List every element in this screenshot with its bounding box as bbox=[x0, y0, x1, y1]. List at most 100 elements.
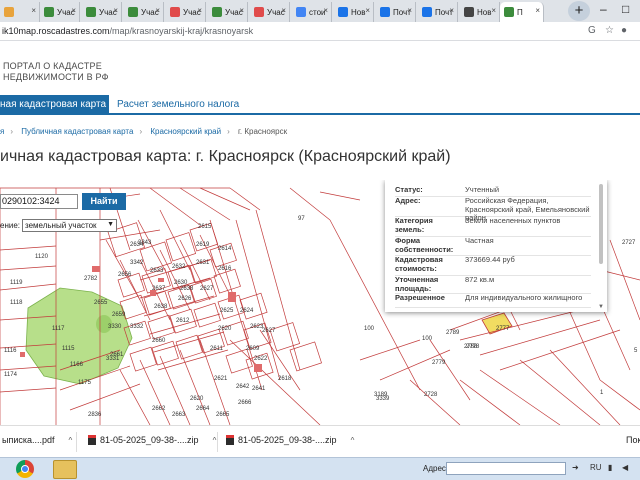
parcel-plot[interactable] bbox=[269, 322, 301, 352]
volume-icon[interactable]: ◀ bbox=[622, 463, 628, 472]
cadastral-map[interactable]: 97 1120 1119 1118 1117 1116 1115 1166 1175 1174 27… bbox=[0, 180, 640, 425]
site-title[interactable]: ПОРТАЛ О КАДАСТРЕ НЕДВИЖИМОСТИ В РФ bbox=[3, 61, 109, 83]
cadastral-search-input[interactable]: 0290102:3424 bbox=[0, 194, 78, 209]
download-name: ыписка....pdf bbox=[2, 435, 55, 445]
scroll-down-icon[interactable]: ▼ bbox=[598, 304, 604, 310]
close-tab-icon[interactable]: × bbox=[323, 6, 328, 15]
close-tab-icon[interactable]: × bbox=[449, 6, 454, 15]
download-item[interactable]: 81-05-2025_09-38-....zip ^ bbox=[226, 435, 354, 445]
parcel-number-label: 2779 bbox=[432, 360, 446, 366]
parcel-boundary bbox=[609, 239, 640, 321]
maximize-icon[interactable]: □ bbox=[622, 2, 629, 16]
close-tab-icon[interactable]: × bbox=[239, 6, 244, 15]
parcel-number-label: 2778 bbox=[466, 344, 480, 350]
parcel-number-label: 2627 bbox=[200, 286, 214, 292]
bookmark-star-icon[interactable]: ☆ bbox=[605, 25, 614, 36]
close-tab-icon[interactable]: × bbox=[197, 6, 202, 15]
close-tab-icon[interactable]: × bbox=[491, 6, 496, 15]
close-tab-icon[interactable]: × bbox=[113, 6, 118, 15]
url-path: /map/krasnoyarskij-kraj/krasnoyarsk bbox=[109, 26, 254, 36]
browser-tab[interactable]: стои × bbox=[292, 2, 332, 22]
browser-tab[interactable]: Почт × bbox=[376, 2, 416, 22]
breadcrumb-item[interactable]: Публичная кадастровая карта bbox=[21, 127, 133, 136]
url-text[interactable]: ik10map.roscadastres.com/map/krasnoyarsk… bbox=[2, 26, 253, 36]
parcel-plot[interactable] bbox=[139, 241, 172, 272]
green-zone bbox=[25, 287, 133, 385]
address-bar[interactable]: ik10map.roscadastres.com/map/krasnoyarsk… bbox=[0, 22, 640, 41]
download-item[interactable]: 81-05-2025_09-38-....zip ^ bbox=[88, 435, 216, 445]
building-footprint bbox=[92, 266, 100, 272]
parcel-number-label: 100 bbox=[364, 326, 375, 332]
tab-favicon-icon bbox=[44, 7, 54, 17]
nav-item-cadastral-map[interactable]: ная кадастровая карта bbox=[0, 95, 109, 115]
parcel-boundary bbox=[255, 209, 301, 371]
network-icon[interactable]: ▮ bbox=[608, 463, 612, 472]
go-arrow-icon[interactable]: ➜ bbox=[572, 463, 579, 472]
close-tab-icon[interactable]: × bbox=[155, 6, 160, 15]
parcel-number-label: 2612 bbox=[176, 318, 190, 324]
parcel-plot[interactable] bbox=[175, 334, 203, 360]
taskbar-address-input[interactable] bbox=[446, 462, 566, 475]
share-icon[interactable]: G bbox=[588, 25, 596, 36]
browser-tab[interactable]: × bbox=[0, 2, 40, 22]
chevron-up-icon[interactable]: ^ bbox=[69, 436, 73, 445]
parcel-number-label: 1120 bbox=[35, 254, 49, 260]
tab-favicon-icon bbox=[254, 7, 264, 17]
profile-icon[interactable]: ● bbox=[621, 25, 627, 36]
parcel-plot[interactable] bbox=[239, 292, 268, 320]
browser-tab[interactable]: Учас × bbox=[124, 2, 164, 22]
parcel-boundary bbox=[459, 309, 581, 341]
parcel-number-label: 1 bbox=[600, 390, 604, 396]
browser-tab[interactable]: Учас × bbox=[40, 2, 80, 22]
chevron-up-icon[interactable]: ^ bbox=[213, 436, 217, 445]
parcel-number-label: 2665 bbox=[216, 412, 230, 418]
object-type-select[interactable]: земельный участок ▼ bbox=[22, 219, 117, 232]
close-tab-icon[interactable]: × bbox=[71, 6, 76, 15]
close-tab-icon[interactable]: × bbox=[407, 6, 412, 15]
browser-tab[interactable]: Учас × bbox=[208, 2, 248, 22]
parcel-number-label: 2609 bbox=[246, 346, 260, 352]
breadcrumb-item[interactable]: я bbox=[0, 127, 4, 136]
parcel-number-label: 1166 bbox=[70, 362, 84, 368]
chrome-icon[interactable] bbox=[14, 460, 38, 479]
parcel-plot[interactable] bbox=[147, 314, 175, 340]
parcel-plot[interactable] bbox=[151, 340, 179, 366]
folder-icon[interactable] bbox=[53, 460, 77, 479]
minimize-icon[interactable]: – bbox=[600, 2, 607, 16]
popup-row-label: Статус: bbox=[395, 185, 423, 194]
close-tab-icon[interactable]: × bbox=[31, 6, 36, 15]
download-item[interactable]: ыписка....pdf ^ bbox=[2, 435, 72, 445]
nav-item-land-tax[interactable]: Расчет земельного налога bbox=[117, 99, 239, 110]
building-footprint bbox=[254, 364, 262, 372]
chevron-up-icon[interactable]: ^ bbox=[351, 436, 355, 445]
close-tab-icon[interactable]: × bbox=[535, 6, 540, 15]
browser-tab[interactable]: Нов × bbox=[460, 2, 500, 22]
close-tab-icon[interactable]: × bbox=[365, 6, 370, 15]
language-indicator[interactable]: RU bbox=[590, 463, 602, 472]
browser-tab[interactable]: Почт × bbox=[418, 2, 458, 22]
parcel-plot[interactable] bbox=[165, 232, 197, 262]
parcel-plot[interactable] bbox=[225, 348, 253, 374]
breadcrumb-item[interactable]: Красноярский край bbox=[150, 127, 221, 136]
popup-row-label: Кадастровая стоимость: bbox=[395, 255, 443, 273]
parcel-info-popup[interactable]: Статус: Учтенный Адрес: Российская Федераци… bbox=[385, 180, 607, 312]
close-tab-icon[interactable]: × bbox=[281, 6, 286, 15]
parcel-plot[interactable] bbox=[289, 341, 322, 372]
browser-tab[interactable]: П × bbox=[500, 2, 544, 22]
browser-tab[interactable]: Нов × bbox=[334, 2, 374, 22]
popup-scrollbar[interactable] bbox=[599, 184, 603, 264]
parcel-number-label: 2622 bbox=[254, 356, 268, 362]
parcel-number-label: 3332 bbox=[130, 324, 144, 330]
parcel-boundary bbox=[149, 187, 201, 226]
show-all-downloads[interactable]: Пок bbox=[626, 435, 640, 445]
browser-tab[interactable]: Учас × bbox=[166, 2, 206, 22]
new-tab-button[interactable]: + bbox=[568, 1, 590, 21]
popup-row: Адрес: Российская Федерация, Красноярский… bbox=[395, 196, 591, 222]
browser-tab[interactable]: Учас × bbox=[250, 2, 290, 22]
parcel-number-label: 2611 bbox=[210, 346, 224, 352]
find-button[interactable]: Найти bbox=[82, 193, 126, 210]
browser-tab[interactable]: Учас × bbox=[82, 2, 122, 22]
parcel-boundary bbox=[157, 349, 229, 371]
parcel-boundary bbox=[409, 379, 461, 425]
popup-row-value: Учтенный bbox=[465, 185, 500, 194]
